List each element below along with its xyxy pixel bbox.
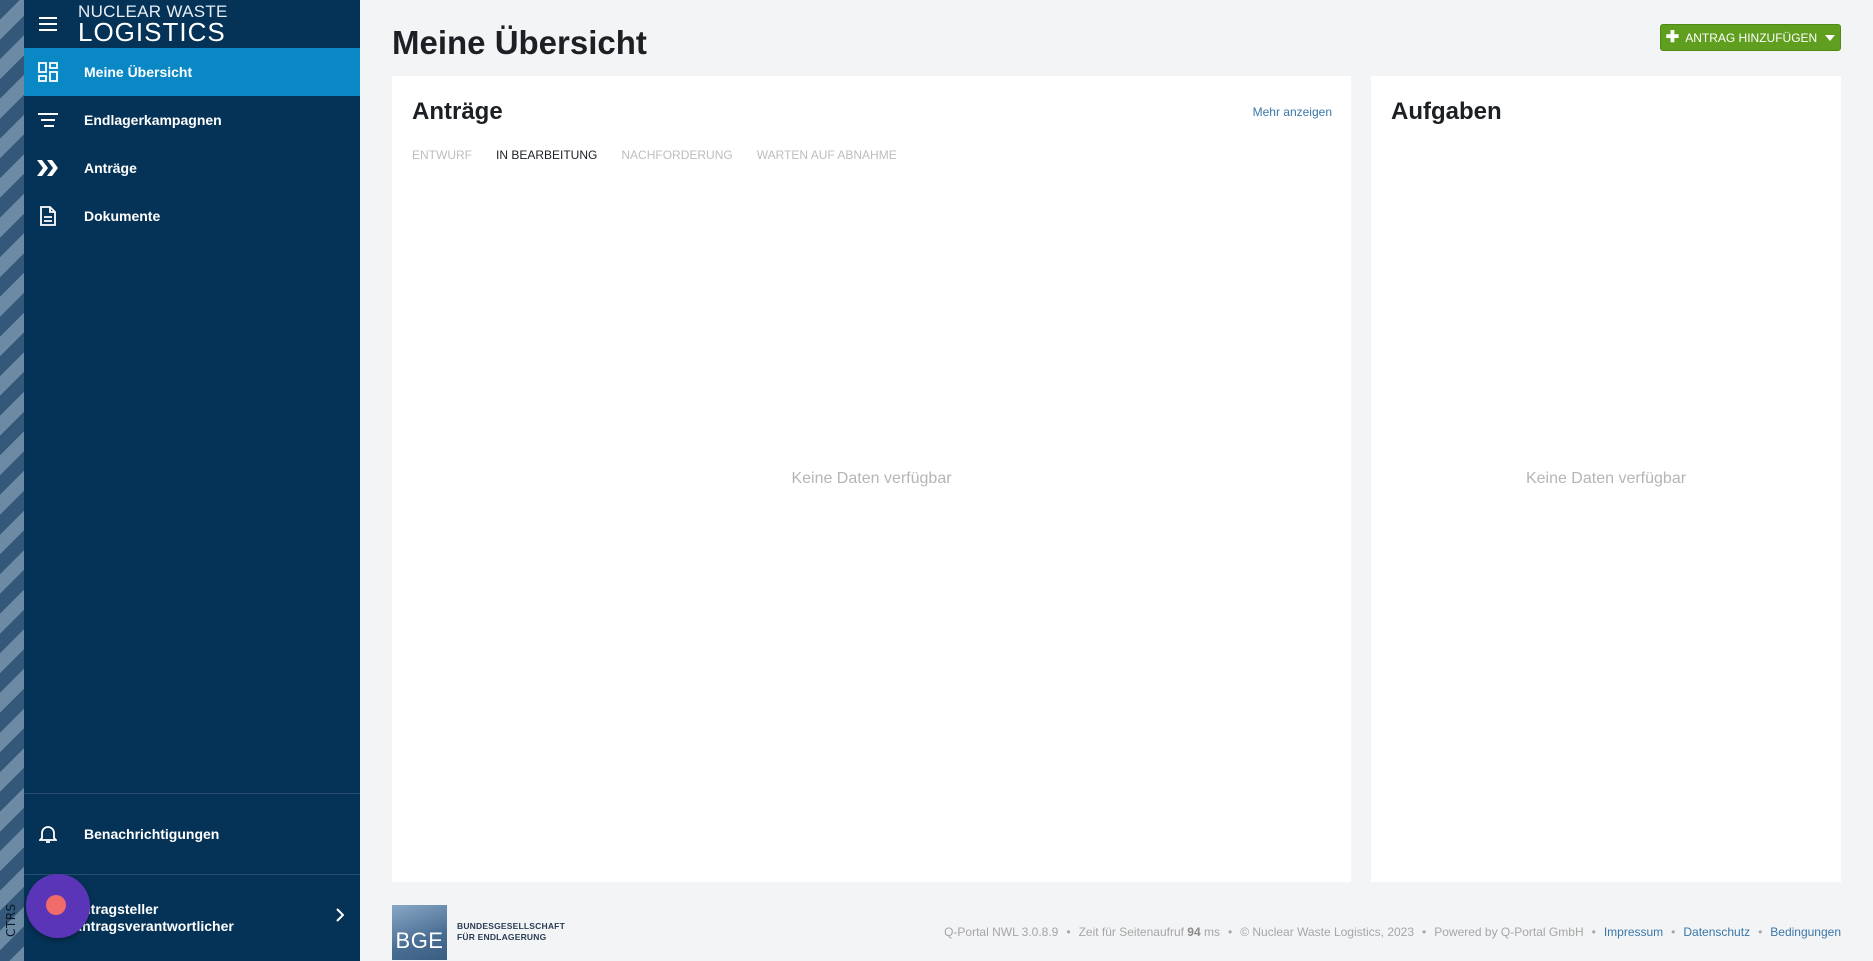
sidebar-item-meine-uebersicht[interactable]: Meine Übersicht — [24, 48, 360, 96]
user-role: Antragsteller Antragsverantwortlicher — [72, 901, 234, 935]
sidebar-item-label: Anträge — [84, 160, 137, 176]
document-icon — [36, 204, 60, 228]
sidebar-nav: Meine Übersicht Endlagerkampagnen Anträg… — [24, 48, 360, 240]
page-title: Meine Übersicht — [392, 24, 647, 61]
sidebar-item-antraege[interactable]: Anträge — [24, 144, 360, 192]
main-content: Meine Übersicht ✚ ANTRAG HINZUFÜGEN Antr… — [360, 0, 1873, 961]
sidebar-item-dokumente[interactable]: Dokumente — [24, 192, 360, 240]
user-role-line1: Antragsteller — [72, 901, 159, 917]
brand-line2: LOGISTICS — [78, 17, 226, 47]
notifications-label: Benachrichtigungen — [84, 826, 220, 842]
campaign-list-icon — [36, 108, 60, 132]
sidebar-bottom: Benachrichtigungen Antragsteller Antrags… — [24, 793, 360, 961]
hamburger-icon — [39, 17, 57, 31]
separator-dot: • — [1228, 925, 1233, 939]
dashboard-icon — [36, 60, 60, 84]
bge-logo-mark: BGE — [392, 904, 447, 960]
tab-nachforderung[interactable]: NACHFORDERUNG — [621, 148, 732, 162]
bge-logo-line2: FÜR ENDLAGERUNG — [457, 932, 547, 942]
footer-copyright: © Nuclear Waste Logistics, 2023 — [1240, 925, 1415, 939]
sidebar-item-endlagerkampagnen[interactable]: Endlagerkampagnen — [24, 96, 360, 144]
datenschutz-link[interactable]: Datenschutz — [1683, 925, 1750, 939]
add-antrag-button[interactable]: ✚ ANTRAG HINZUFÜGEN — [1660, 24, 1841, 51]
bedingungen-link[interactable]: Bedingungen — [1770, 925, 1841, 939]
separator-dot: • — [1066, 925, 1071, 939]
bge-logo: BGE BUNDESGESELLSCHAFT FÜR ENDLAGERUNG — [392, 904, 565, 960]
record-dot-icon — [46, 895, 66, 915]
antraege-title: Anträge — [412, 98, 503, 125]
bge-logo-line1: BUNDESGESELLSCHAFT — [457, 921, 565, 931]
tab-warten-auf-abnahme[interactable]: WARTEN AUF ABNAHME — [757, 148, 897, 162]
antraege-tabs: ENTWURF IN BEARBEITUNG NACHFORDERUNG WAR… — [412, 148, 897, 162]
sidebar-item-label: Dokumente — [84, 208, 161, 224]
sidebar-item-benachrichtigungen[interactable]: Benachrichtigungen — [24, 794, 360, 874]
add-antrag-label: ANTRAG HINZUFÜGEN — [1685, 30, 1818, 45]
aufgaben-title: Aufgaben — [1391, 98, 1502, 125]
double-chevron-icon — [36, 156, 60, 180]
bell-icon — [36, 822, 60, 846]
chevron-right-icon — [336, 908, 345, 925]
load-time-prefix: Zeit für Seitenaufruf — [1078, 925, 1184, 939]
environment-strip: CTRS — [0, 0, 24, 961]
sidebar-item-label: Endlagerkampagnen — [84, 112, 222, 128]
user-role-line2: Antragsverantwortlicher — [72, 918, 234, 934]
aufgaben-empty-state: Keine Daten verfügbar — [1525, 470, 1687, 487]
tab-in-bearbeitung[interactable]: IN BEARBEITUNG — [496, 148, 597, 162]
aufgaben-card: Aufgaben Keine Daten verfügbar — [1371, 76, 1841, 882]
separator-dot: • — [1422, 925, 1427, 939]
hamburger-menu-button[interactable] — [24, 0, 72, 48]
footer-version: Q-Portal NWL 3.0.8.9 — [944, 925, 1059, 939]
caret-down-icon — [1825, 34, 1836, 41]
footer: BGE BUNDESGESELLSCHAFT FÜR ENDLAGERUNG Q… — [392, 904, 1841, 960]
record-button[interactable] — [26, 874, 90, 938]
bge-logo-text: BUNDESGESELLSCHAFT FÜR ENDLAGERUNG — [457, 921, 565, 943]
footer-powered-by: Powered by Q-Portal GmbH — [1434, 925, 1584, 939]
footer-load-time: Zeit für Seitenaufruf 94 ms — [1079, 925, 1220, 939]
sidebar-item-label: Meine Übersicht — [84, 64, 193, 80]
footer-info: Q-Portal NWL 3.0.8.9 • Zeit für Seitenau… — [944, 925, 1841, 939]
antraege-empty-state: Keine Daten verfügbar — [791, 470, 952, 487]
tab-entwurf[interactable]: ENTWURF — [412, 148, 472, 162]
plus-icon: ✚ — [1665, 28, 1680, 46]
impressum-link[interactable]: Impressum — [1604, 925, 1663, 939]
separator-dot: • — [1591, 925, 1596, 939]
separator-dot: • — [1671, 925, 1676, 939]
antraege-card: Anträge Mehr anzeigen ENTWURF IN BEARBEI… — [392, 76, 1351, 882]
load-time-value: 94 — [1187, 925, 1201, 939]
mehr-anzeigen-link[interactable]: Mehr anzeigen — [1253, 105, 1332, 119]
sidebar-header: NUCLEAR WASTE LOGISTICS — [24, 0, 360, 48]
environment-label: CTRS — [4, 903, 18, 937]
sidebar: NUCLEAR WASTE LOGISTICS Meine Übersicht … — [24, 0, 360, 961]
load-time-unit: ms — [1204, 925, 1220, 939]
bge-logo-letters: BGE — [395, 927, 444, 953]
separator-dot: • — [1758, 925, 1763, 939]
brand-logo[interactable]: NUCLEAR WASTE LOGISTICS — [78, 3, 228, 45]
